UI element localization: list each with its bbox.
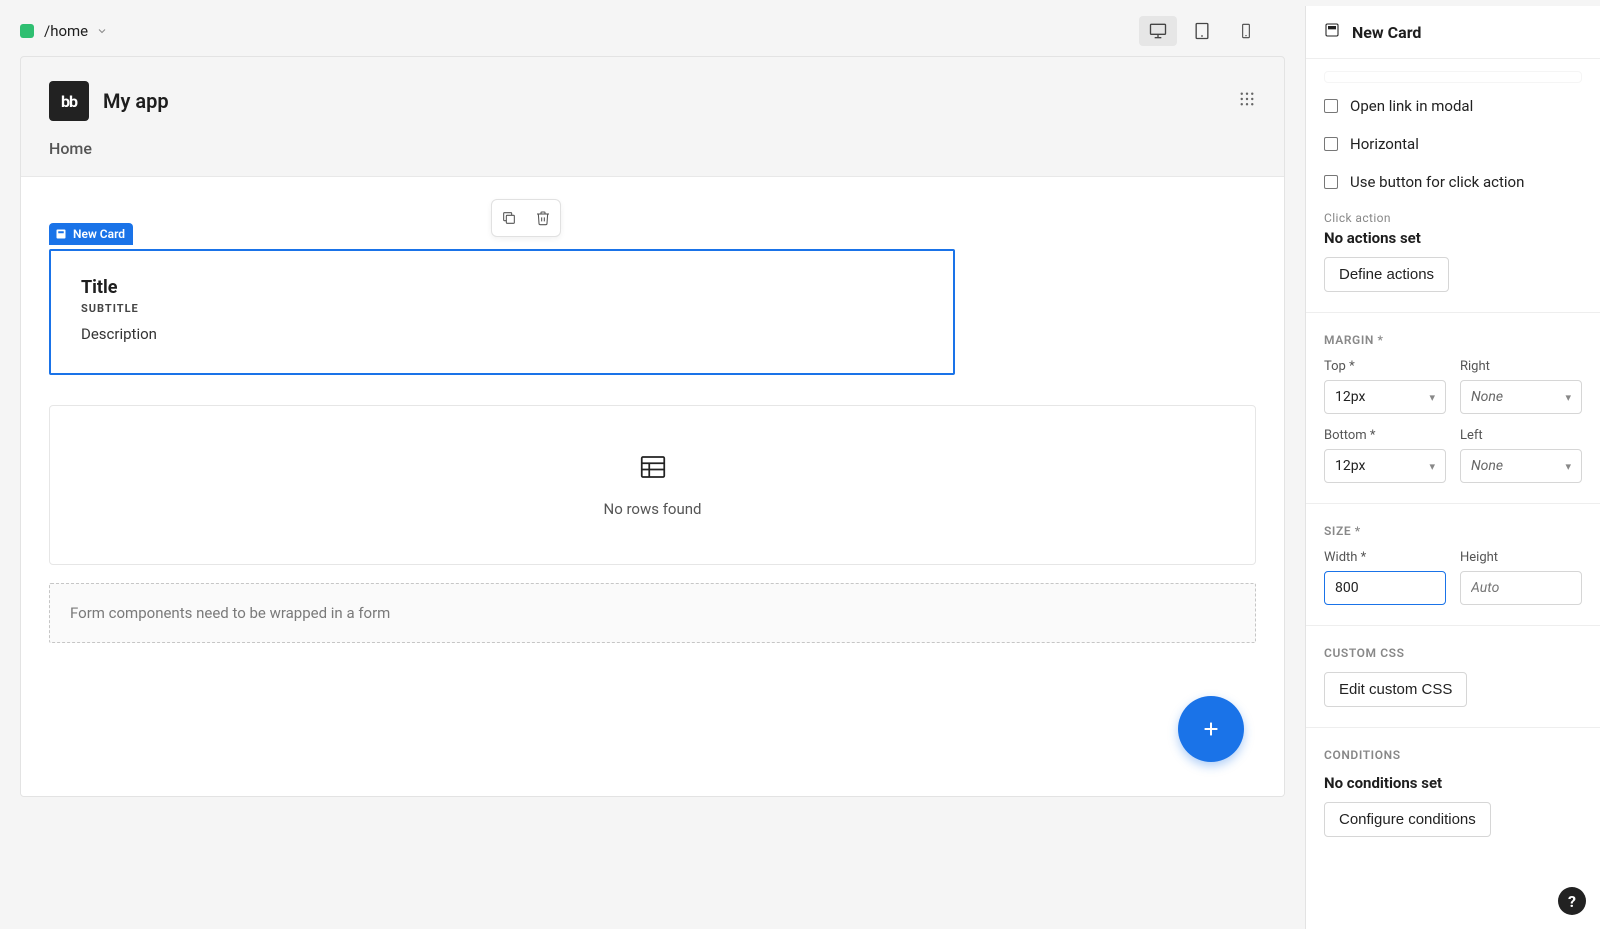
add-component-fab[interactable] (1178, 696, 1244, 762)
chevron-down-icon[interactable] (96, 22, 108, 41)
margin-right-select[interactable]: None ▾ (1460, 380, 1582, 414)
checkbox-horizontal[interactable]: Horizontal (1324, 125, 1582, 163)
click-action-label: Click action (1324, 211, 1582, 225)
width-input[interactable] (1324, 571, 1446, 605)
checkbox-open-link-in-modal[interactable]: Open link in modal (1324, 87, 1582, 125)
margin-bottom-label: Bottom * (1324, 428, 1446, 443)
device-desktop-button[interactable] (1139, 16, 1177, 46)
nav-item-home[interactable]: Home (49, 139, 92, 158)
breadcrumb-path[interactable]: /home (44, 22, 88, 40)
table-empty-state[interactable]: No rows found (49, 405, 1256, 565)
table-icon (636, 452, 670, 486)
checkbox-icon (1324, 99, 1338, 113)
form-warning[interactable]: Form components need to be wrapped in a … (49, 583, 1256, 643)
form-warning-text: Form components need to be wrapped in a … (70, 604, 390, 622)
checkbox-icon (1324, 137, 1338, 151)
edit-custom-css-button[interactable]: Edit custom CSS (1324, 672, 1467, 707)
margin-left-label: Left (1460, 428, 1582, 443)
delete-button[interactable] (526, 200, 560, 236)
margin-top-label: Top * (1324, 359, 1446, 374)
margin-right-label: Right (1460, 359, 1582, 374)
checkbox-use-button-click-action[interactable]: Use button for click action (1324, 163, 1582, 201)
width-label: Width * (1324, 550, 1446, 565)
margin-left-select[interactable]: None ▾ (1460, 449, 1582, 483)
card-description: Description (81, 325, 923, 343)
checkbox-label: Use button for click action (1350, 173, 1524, 191)
margin-left-value: None (1471, 458, 1503, 474)
chevron-down-icon: ▾ (1565, 460, 1571, 473)
margin-bottom-value: 12px (1335, 458, 1365, 474)
margin-bottom-select[interactable]: 12px ▾ (1324, 449, 1446, 483)
partial-control-above (1324, 71, 1582, 83)
table-empty-text: No rows found (604, 500, 702, 518)
card-subtitle: SUBTITLE (81, 302, 923, 315)
checkbox-icon (1324, 175, 1338, 189)
card-title: Title (81, 277, 923, 298)
conditions-group-title: CONDITIONS (1324, 748, 1582, 762)
margin-top-select[interactable]: 12px ▾ (1324, 380, 1446, 414)
card-icon (1324, 22, 1340, 42)
click-action-status: No actions set (1324, 229, 1582, 247)
help-button[interactable]: ? (1558, 887, 1586, 915)
height-input[interactable] (1460, 571, 1582, 605)
configure-conditions-button[interactable]: Configure conditions (1324, 802, 1491, 837)
card-component[interactable]: New Card Title SUBTITLE Description (49, 249, 955, 375)
chevron-down-icon: ▾ (1565, 391, 1571, 404)
app-color-chip (20, 24, 34, 38)
app-menu-dots-icon[interactable] (1238, 90, 1256, 112)
checkbox-label: Open link in modal (1350, 97, 1473, 115)
app-title: My app (103, 89, 169, 113)
app-preview-window: bb My app Home (20, 56, 1285, 797)
inspector-title: New Card (1352, 23, 1421, 42)
device-tablet-button[interactable] (1183, 16, 1221, 46)
device-mobile-button[interactable] (1227, 16, 1265, 46)
define-actions-button[interactable]: Define actions (1324, 257, 1449, 292)
margin-right-value: None (1471, 389, 1503, 405)
inspector-header: New Card (1306, 6, 1600, 59)
breadcrumb: /home (0, 6, 1305, 56)
duplicate-button[interactable] (492, 200, 526, 236)
checkbox-label: Horizontal (1350, 135, 1419, 153)
margin-group-title: MARGIN * (1324, 333, 1582, 347)
chevron-down-icon: ▾ (1429, 460, 1435, 473)
size-group-title: SIZE * (1324, 524, 1582, 538)
conditions-status: No conditions set (1324, 774, 1582, 792)
canvas-area: /home bb My app (0, 6, 1305, 929)
selected-component-tag: New Card (49, 223, 133, 245)
height-label: Height (1460, 550, 1582, 565)
custom-css-group-title: CUSTOM CSS (1324, 646, 1582, 660)
app-body: New Card Title SUBTITLE Description No r… (21, 176, 1284, 796)
margin-top-value: 12px (1335, 389, 1365, 405)
app-logo: bb (49, 81, 89, 121)
chevron-down-icon: ▾ (1429, 391, 1435, 404)
selected-component-tag-label: New Card (73, 227, 125, 241)
component-toolbar (491, 199, 561, 237)
device-toggle-group (1139, 16, 1285, 46)
inspector-panel: New Card Open link in modal Horizontal U… (1305, 6, 1600, 929)
